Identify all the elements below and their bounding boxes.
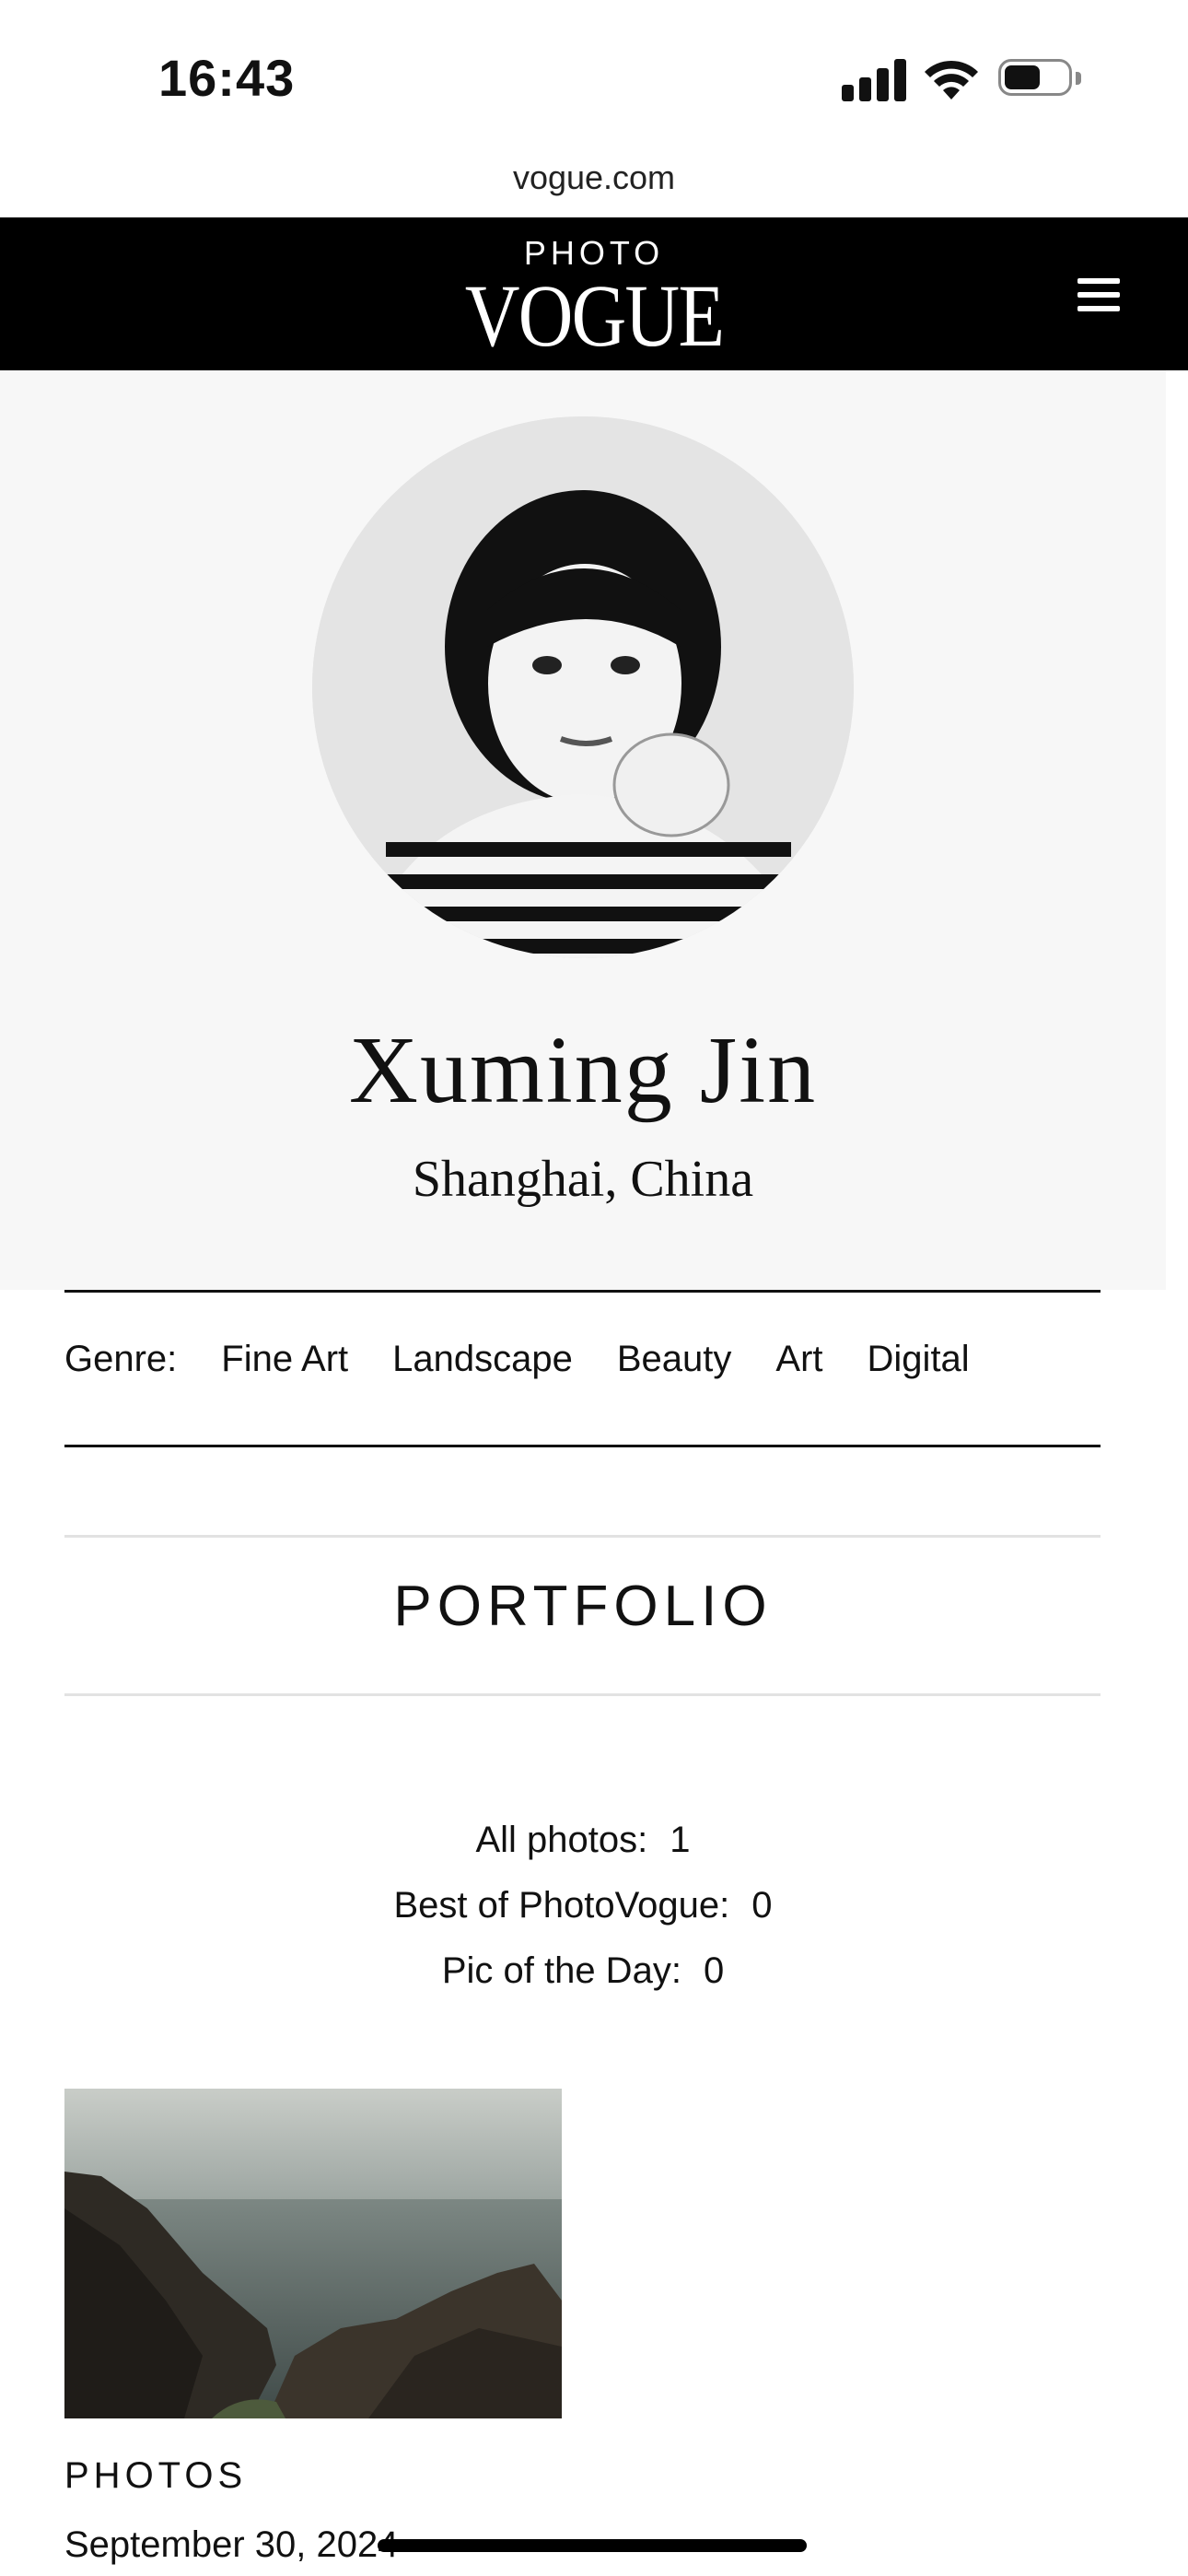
site-header: PHOTO VOGUE (0, 217, 1188, 370)
avatar-portrait-image (312, 416, 854, 958)
genre-tag-beauty[interactable]: Beauty (617, 1339, 732, 1380)
photo-thumbnail[interactable] (64, 2089, 562, 2418)
home-indicator[interactable] (378, 2539, 807, 2552)
stat-all-photos[interactable]: All photos: 1 (0, 1820, 1166, 1861)
stat-label: Pic of the Day: (441, 1950, 681, 1991)
profile-hero: Xuming Jin Shanghai, China (0, 370, 1166, 1290)
divider (64, 1445, 1101, 1447)
avatar (312, 416, 854, 958)
stat-value: 1 (670, 1820, 691, 1860)
stat-best-of-photovogue[interactable]: Best of PhotoVogue: 0 (0, 1885, 1166, 1926)
genre-tag-fine-art[interactable]: Fine Art (221, 1339, 348, 1380)
signal-icon (842, 59, 906, 101)
status-time: 16:43 (158, 49, 296, 107)
photos-section-label: PHOTOS (64, 2455, 248, 2496)
genre-tag-art[interactable]: Art (775, 1339, 822, 1380)
vogue-logo[interactable]: VOGUE (83, 265, 1104, 367)
divider (64, 1693, 1101, 1696)
coastal-landscape-image (64, 2089, 562, 2418)
url-bar[interactable]: vogue.com (0, 158, 1188, 197)
divider (64, 1290, 1101, 1293)
stat-value: 0 (751, 1885, 773, 1926)
stat-label: Best of PhotoVogue: (393, 1885, 730, 1926)
wifi-icon (925, 60, 978, 100)
hamburger-menu-icon[interactable] (1077, 278, 1120, 311)
stat-value: 0 (703, 1950, 725, 1991)
profile-location: Shanghai, China (412, 1151, 754, 1208)
photo-date: September 30, 2024 (64, 2524, 399, 2565)
profile-name: Xuming Jin (348, 1017, 818, 1123)
stat-pic-of-the-day[interactable]: Pic of the Day: 0 (0, 1950, 1166, 1992)
genre-row: Genre: Fine Art Landscape Beauty Art Dig… (64, 1331, 1014, 1387)
genre-tag-landscape[interactable]: Landscape (392, 1339, 573, 1380)
genre-tag-digital[interactable]: Digital (868, 1339, 970, 1380)
status-bar: 16:43 vogue.com (0, 0, 1188, 196)
divider (64, 1535, 1101, 1538)
battery-icon (998, 59, 1083, 100)
portfolio-title: PORTFOLIO (393, 1575, 773, 1638)
genre-label: Genre: (64, 1338, 178, 1379)
stat-label: All photos: (475, 1820, 648, 1860)
